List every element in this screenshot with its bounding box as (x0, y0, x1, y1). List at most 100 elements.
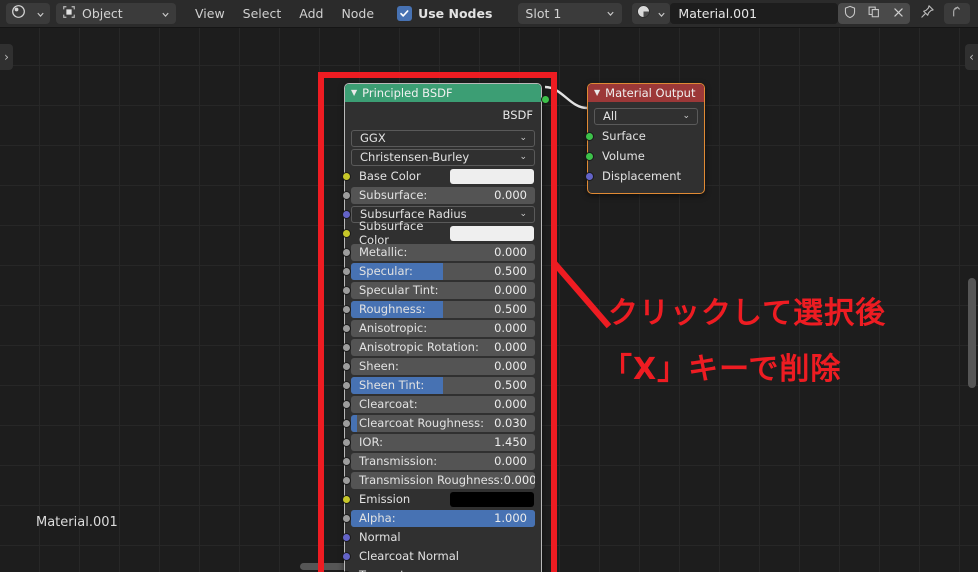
pin-icon (920, 4, 935, 23)
label-displacement-wrap: Displacement (594, 168, 698, 185)
node-editor-canvas[interactable]: › ‹ Material.001 ▼ Principled BSDF BSDF … (0, 28, 978, 572)
shield-icon (843, 4, 857, 23)
material-name-value: Material.001 (678, 6, 758, 21)
value-metallic: 0.000 (494, 245, 527, 259)
arrow-up-icon (950, 4, 964, 23)
socket-volume[interactable] (585, 151, 594, 161)
value-sheen: 0.000 (494, 359, 527, 373)
row-displacement[interactable]: Displacement (585, 167, 698, 185)
dropdown-distribution-label: GGX (360, 131, 386, 145)
material-sphere-icon (636, 4, 651, 23)
row-surface[interactable]: Surface (585, 127, 698, 145)
menu-select[interactable]: Select (234, 6, 291, 21)
dropdown-subsurface-method-label: Christensen-Burley (360, 150, 470, 164)
use-nodes-toggle[interactable]: Use Nodes (397, 6, 492, 21)
row-volume[interactable]: Volume (585, 147, 698, 165)
value-sheen-tint: 0.500 (494, 378, 527, 392)
socket-surface[interactable] (585, 131, 594, 141)
vertical-scrollbar[interactable] (968, 278, 976, 388)
mode-label: Object (82, 6, 123, 21)
row-transmission-roughness[interactable]: Transmission Roughness: 0.000 (342, 471, 535, 489)
label-metallic: Metallic: (359, 245, 408, 259)
chevron-down-icon: ⌄ (519, 209, 527, 219)
value-clearcoat-roughness: 0.030 (494, 416, 527, 430)
menu-node[interactable]: Node (332, 6, 383, 21)
use-nodes-label: Use Nodes (418, 6, 493, 21)
value-ior: 1.450 (494, 435, 527, 449)
value-transmission-roughness: 0.000 (503, 473, 535, 487)
row-clearcoat-roughness[interactable]: Clearcoat Roughness: 0.030 (342, 414, 535, 432)
label-alpha: Alpha: (359, 511, 396, 525)
label-subsurface: Subsurface: (359, 188, 428, 202)
chevron-down-icon: ⌄ (519, 152, 527, 162)
editor-type-button[interactable] (6, 3, 50, 24)
pin-button[interactable] (914, 3, 940, 24)
value-specular: 0.500 (494, 264, 527, 278)
label-transmission-roughness: Transmission Roughness: (359, 473, 504, 487)
dropdown-target[interactable]: All ⌄ (594, 107, 698, 125)
checkbox-checked-icon[interactable] (397, 6, 413, 21)
label-volume: Volume (602, 149, 645, 163)
chevron-down-icon: ⌄ (519, 133, 527, 143)
value-anisotropic: 0.000 (494, 321, 527, 335)
label-specular: Specular: (359, 264, 413, 278)
label-sheen: Sheen: (359, 359, 399, 373)
object-mode-icon (62, 4, 76, 23)
chevron-down-icon (36, 4, 45, 23)
label-anisotropic-rotation: Anisotropic Rotation: (359, 340, 479, 354)
label-roughness: Roughness: (359, 302, 426, 316)
label-volume-wrap: Volume (594, 148, 698, 165)
value-anisotropic-rotation: 0.000 (494, 340, 527, 354)
value-specular-tint: 0.000 (494, 283, 527, 297)
value-subsurface: 0.000 (494, 188, 527, 202)
label-anisotropic: Anisotropic: (359, 321, 428, 335)
label-clearcoat-roughness: Clearcoat Roughness: (359, 416, 485, 430)
node-material-output[interactable]: ▼ Material Output All ⌄ Surface Volume D… (585, 83, 705, 194)
annotation-line-2: 「X」キーで削除 (602, 352, 842, 387)
value-transmission: 0.000 (494, 454, 527, 468)
label-specular-tint: Specular Tint: (359, 283, 439, 297)
node-body-material-output: All ⌄ Surface Volume Displacement (585, 107, 704, 193)
chevron-down-icon (657, 4, 666, 23)
material-name-input[interactable]: Material.001 (670, 3, 839, 24)
socket-displacement[interactable] (585, 171, 594, 181)
chevron-down-icon (606, 6, 615, 21)
annotation-line-1: クリックして選択後 (608, 296, 887, 331)
label-surface: Surface (602, 129, 646, 143)
value-clearcoat: 0.000 (494, 397, 527, 411)
chevron-down-icon (161, 4, 170, 23)
slot-label: Slot 1 (525, 6, 562, 21)
sidebar-toggle-left[interactable]: › (0, 44, 13, 70)
new-material-icon (867, 4, 881, 23)
slider-anisotropic-rotation[interactable]: Anisotropic Rotation: 0.000 (351, 338, 535, 356)
new-material-button[interactable] (862, 3, 887, 24)
slider-transmission-roughness[interactable]: Transmission Roughness: 0.000 (351, 471, 535, 489)
collapse-triangle-icon[interactable]: ▼ (594, 89, 600, 97)
row-anisotropic-rotation[interactable]: Anisotropic Rotation: 0.000 (342, 338, 535, 356)
mode-selector[interactable]: Object (56, 3, 176, 24)
label-displacement: Displacement (602, 169, 682, 183)
dropdown-target-label: All (603, 109, 618, 123)
editor-header: Object View Select Add Node Use Nodes Sl… (0, 0, 978, 28)
menu-view[interactable]: View (186, 6, 234, 21)
sidebar-toggle-right[interactable]: ‹ (965, 44, 978, 70)
canvas-material-label: Material.001 (36, 515, 118, 530)
label-ior: IOR: (359, 435, 383, 449)
label-subsurface-radius: Subsurface Radius (360, 207, 467, 221)
node-header-material-output[interactable]: ▼ Material Output (588, 84, 704, 102)
chevron-down-icon: ⌄ (682, 111, 690, 121)
close-icon (892, 4, 905, 23)
value-alpha: 1.000 (494, 511, 527, 525)
row-target[interactable]: All ⌄ (594, 107, 698, 125)
label-sheen-tint: Sheen Tint: (359, 378, 425, 392)
slider-clearcoat-roughness[interactable]: Clearcoat Roughness: 0.030 (351, 414, 535, 432)
material-slot-selector[interactable]: Slot 1 (518, 3, 623, 24)
go-to-parent-button[interactable] (944, 3, 971, 24)
fake-user-shield-button[interactable] (838, 3, 863, 24)
shader-editor-icon (11, 4, 26, 23)
label-clearcoat: Clearcoat: (359, 397, 418, 411)
node-title: Material Output (605, 86, 696, 100)
menu-add[interactable]: Add (290, 6, 332, 21)
material-browse-button[interactable] (632, 3, 671, 24)
unlink-material-button[interactable] (886, 3, 911, 24)
